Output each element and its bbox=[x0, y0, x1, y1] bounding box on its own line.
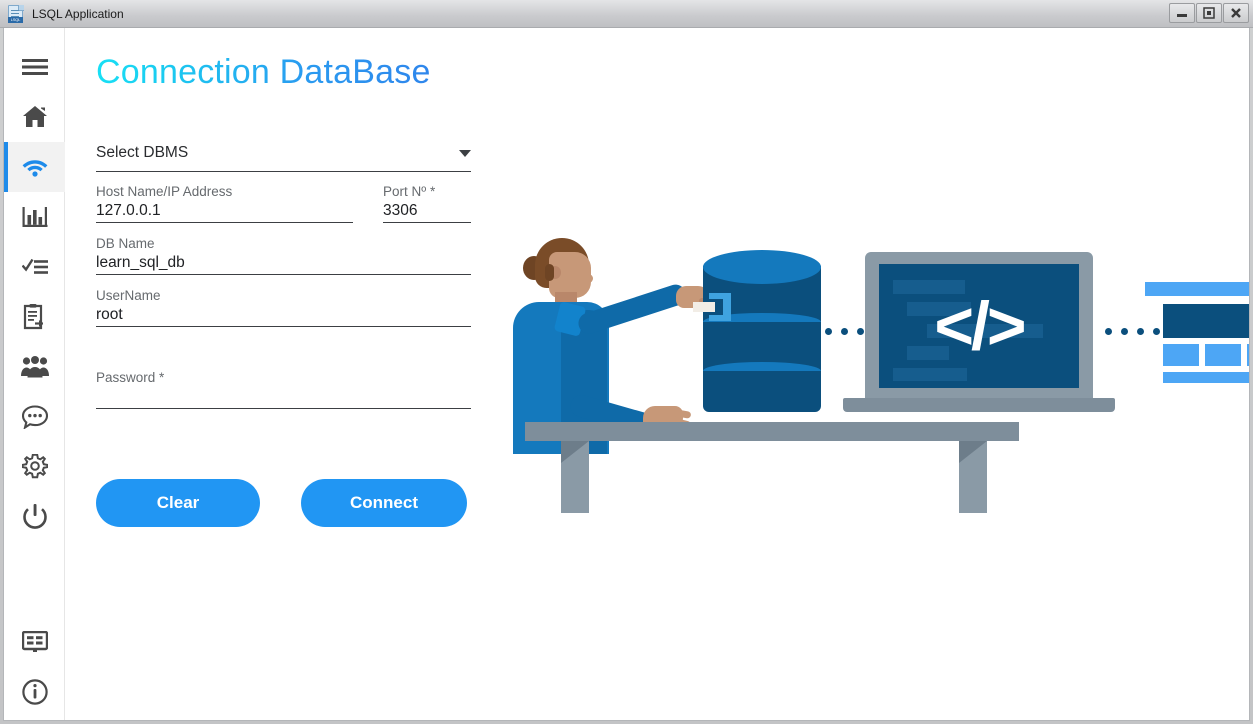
page-title: Connection DataBase bbox=[96, 53, 431, 91]
host-label: Host Name/IP Address bbox=[96, 184, 233, 199]
checklist-icon bbox=[21, 257, 48, 277]
hamburger-menu-icon bbox=[21, 58, 48, 76]
info-circle-icon bbox=[21, 679, 48, 705]
chat-bubble-icon bbox=[21, 405, 48, 429]
field-underline bbox=[96, 326, 471, 327]
web-page-mockup bbox=[1145, 282, 1249, 383]
sidebar-item-power[interactable] bbox=[4, 492, 65, 542]
display-layout-icon bbox=[21, 631, 48, 653]
sidebar-item-menu[interactable] bbox=[4, 42, 65, 92]
form-actions: Clear Connect bbox=[96, 479, 467, 527]
dbms-select-value: Select DBMS bbox=[96, 144, 189, 161]
woman-earpiece bbox=[545, 264, 554, 281]
laptop-base bbox=[843, 398, 1115, 412]
client-area: Connection DataBase Select DBMS Host Nam… bbox=[3, 28, 1250, 721]
sidebar bbox=[4, 28, 65, 720]
application-window: LSQL LSQL Application Connection DataBas… bbox=[0, 0, 1253, 724]
password-label: Password * bbox=[96, 370, 165, 385]
host-port-row: Host Name/IP Address 127.0.0.1 Port Nº *… bbox=[96, 184, 471, 223]
clipboard-import-icon bbox=[23, 304, 47, 330]
password-input[interactable] bbox=[96, 386, 471, 408]
field-underline bbox=[96, 408, 471, 409]
bar-chart-icon bbox=[22, 205, 48, 229]
connect-button[interactable]: Connect bbox=[301, 479, 467, 527]
port-field[interactable]: Port Nº * 3306 bbox=[383, 184, 471, 223]
username-field[interactable]: UserName root bbox=[96, 288, 471, 327]
sidebar-item-connection[interactable] bbox=[4, 142, 65, 192]
port-input[interactable]: 3306 bbox=[383, 200, 471, 222]
username-label: UserName bbox=[96, 288, 161, 303]
sidebar-item-home[interactable] bbox=[4, 92, 65, 142]
sidebar-item-queries[interactable] bbox=[4, 292, 65, 342]
cable-plug bbox=[693, 302, 715, 312]
field-underline bbox=[96, 274, 471, 275]
close-button[interactable] bbox=[1223, 3, 1249, 23]
window-controls bbox=[1169, 3, 1249, 23]
clear-button[interactable]: Clear bbox=[96, 479, 260, 527]
connection-form: Select DBMS Host Name/IP Address 127.0.0… bbox=[96, 144, 471, 409]
gear-icon bbox=[21, 454, 48, 480]
sidebar-item-settings[interactable] bbox=[4, 442, 65, 492]
window-titlebar: LSQL LSQL Application bbox=[0, 0, 1253, 28]
laptop-with-code: </> bbox=[843, 252, 1115, 412]
desk-table bbox=[505, 422, 1235, 544]
users-group-icon bbox=[20, 356, 49, 378]
home-icon bbox=[22, 105, 48, 129]
restore-button[interactable] bbox=[1196, 3, 1222, 23]
field-underline bbox=[96, 222, 353, 223]
host-input[interactable]: 127.0.0.1 bbox=[96, 200, 353, 222]
lsql-document-icon: LSQL bbox=[7, 4, 25, 24]
field-underline bbox=[383, 222, 471, 223]
minimize-button[interactable] bbox=[1169, 3, 1195, 23]
db-name-label: DB Name bbox=[96, 236, 155, 251]
chevron-down-icon[interactable] bbox=[459, 150, 471, 157]
main-content: Connection DataBase Select DBMS Host Nam… bbox=[65, 28, 1249, 720]
sidebar-item-messages[interactable] bbox=[4, 392, 65, 442]
host-field[interactable]: Host Name/IP Address 127.0.0.1 bbox=[96, 184, 353, 223]
dbms-select-field[interactable]: Select DBMS bbox=[96, 144, 471, 172]
sidebar-item-about[interactable] bbox=[4, 670, 65, 720]
laptop-screen: </> bbox=[879, 264, 1079, 388]
port-label: Port Nº * bbox=[383, 184, 436, 199]
window-title: LSQL Application bbox=[32, 6, 124, 21]
wifi-icon bbox=[22, 157, 48, 177]
password-field[interactable]: Password * bbox=[96, 370, 471, 409]
sidebar-item-tasks[interactable] bbox=[4, 242, 65, 292]
database-cylinder bbox=[693, 250, 823, 412]
sidebar-item-display[interactable] bbox=[4, 620, 65, 670]
power-icon bbox=[22, 504, 47, 530]
app-icon-tag: LSQL bbox=[8, 16, 23, 23]
sidebar-item-users[interactable] bbox=[4, 342, 65, 392]
woman-nose bbox=[585, 274, 593, 283]
sidebar-item-statistics[interactable] bbox=[4, 192, 65, 242]
db-name-input[interactable]: learn_sql_db bbox=[96, 252, 471, 274]
field-underline bbox=[96, 171, 471, 172]
db-name-field[interactable]: DB Name learn_sql_db bbox=[96, 236, 471, 275]
code-glyph: </> bbox=[934, 288, 1026, 364]
username-input[interactable]: root bbox=[96, 304, 471, 326]
database-connection-illustration: </> bbox=[505, 224, 1249, 544]
